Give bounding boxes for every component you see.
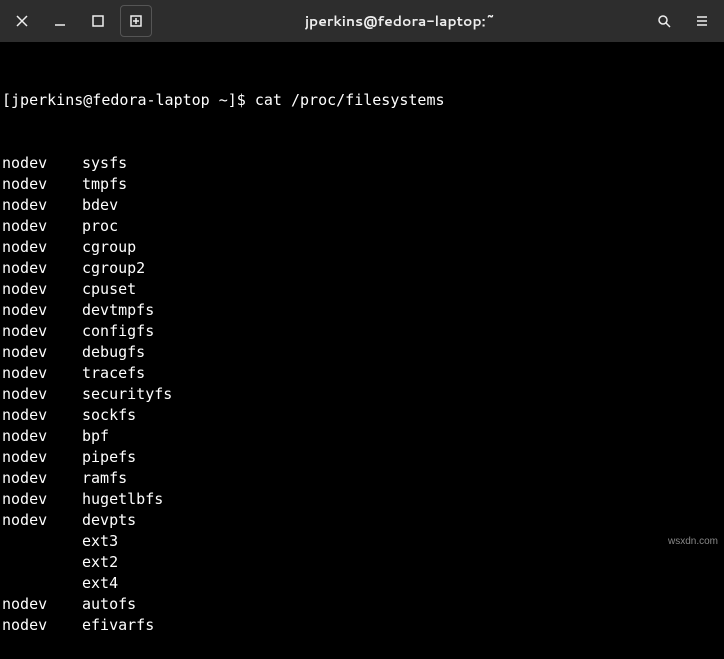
- fs-name: ext2: [82, 552, 118, 573]
- terminal-area[interactable]: [jperkins@fedora-laptop ~]$ cat /proc/fi…: [0, 42, 724, 659]
- output-line: nodevbdev: [2, 195, 722, 216]
- fs-nodev-flag: nodev: [2, 279, 82, 300]
- fs-name: devtmpfs: [82, 300, 154, 321]
- fs-nodev-flag: nodev: [2, 321, 82, 342]
- hamburger-icon: [695, 14, 709, 28]
- fs-nodev-flag: nodev: [2, 363, 82, 384]
- output-line: nodevcpuset: [2, 279, 722, 300]
- output-line: nodevpipefs: [2, 447, 722, 468]
- fs-nodev-flag: nodev: [2, 447, 82, 468]
- fs-name: configfs: [82, 321, 154, 342]
- output-line: nodevcgroup: [2, 237, 722, 258]
- command-output: nodevsysfsnodevtmpfsnodevbdevnodevprocno…: [2, 153, 722, 636]
- output-line: ext3: [2, 531, 722, 552]
- output-line: nodevsecurityfs: [2, 384, 722, 405]
- fs-name: devpts: [82, 510, 136, 531]
- fs-nodev-flag: nodev: [2, 174, 82, 195]
- fs-nodev-flag: [2, 552, 82, 573]
- fs-nodev-flag: nodev: [2, 342, 82, 363]
- close-button[interactable]: [6, 5, 38, 37]
- fs-name: ext3: [82, 531, 118, 552]
- output-line: nodevefivarfs: [2, 615, 722, 636]
- output-line: nodevtmpfs: [2, 174, 722, 195]
- output-line: nodevsysfs: [2, 153, 722, 174]
- watermark: wsxdn.com: [668, 536, 718, 547]
- fs-nodev-flag: nodev: [2, 300, 82, 321]
- fs-name: proc: [82, 216, 118, 237]
- fs-name: pipefs: [82, 447, 136, 468]
- fs-name: bpf: [82, 426, 109, 447]
- output-line: nodevdebugfs: [2, 342, 722, 363]
- fs-name: sockfs: [82, 405, 136, 426]
- fs-name: cpuset: [82, 279, 136, 300]
- prompt-line: [jperkins@fedora-laptop ~]$ cat /proc/fi…: [2, 90, 722, 111]
- output-line: nodevbpf: [2, 426, 722, 447]
- output-line: nodevconfigfs: [2, 321, 722, 342]
- output-line: nodevproc: [2, 216, 722, 237]
- fs-name: efivarfs: [82, 615, 154, 636]
- fs-nodev-flag: nodev: [2, 489, 82, 510]
- command-text: cat /proc/filesystems: [255, 90, 445, 111]
- new-tab-icon: [129, 14, 143, 28]
- maximize-icon: [91, 14, 105, 28]
- fs-nodev-flag: nodev: [2, 237, 82, 258]
- output-line: nodevsockfs: [2, 405, 722, 426]
- output-line: ext2: [2, 552, 722, 573]
- fs-nodev-flag: nodev: [2, 510, 82, 531]
- fs-name: tmpfs: [82, 174, 127, 195]
- fs-nodev-flag: nodev: [2, 216, 82, 237]
- output-line: nodevtracefs: [2, 363, 722, 384]
- maximize-button[interactable]: [82, 5, 114, 37]
- output-line: nodevhugetlbfs: [2, 489, 722, 510]
- fs-name: autofs: [82, 594, 136, 615]
- output-line: nodevautofs: [2, 594, 722, 615]
- titlebar: jperkins@fedora-laptop:~: [0, 0, 724, 42]
- prompt-text: [jperkins@fedora-laptop ~]$: [2, 90, 255, 111]
- output-line: nodevdevtmpfs: [2, 300, 722, 321]
- window-title: jperkins@fedora-laptop:~: [158, 11, 642, 31]
- fs-name: bdev: [82, 195, 118, 216]
- menu-button[interactable]: [686, 5, 718, 37]
- minimize-button[interactable]: [44, 5, 76, 37]
- fs-nodev-flag: nodev: [2, 426, 82, 447]
- new-tab-button[interactable]: [120, 5, 152, 37]
- output-line: nodevdevpts: [2, 510, 722, 531]
- fs-nodev-flag: nodev: [2, 384, 82, 405]
- output-line: nodevcgroup2: [2, 258, 722, 279]
- close-icon: [15, 14, 29, 28]
- fs-nodev-flag: nodev: [2, 405, 82, 426]
- fs-name: tracefs: [82, 363, 145, 384]
- fs-nodev-flag: nodev: [2, 615, 82, 636]
- fs-nodev-flag: nodev: [2, 594, 82, 615]
- minimize-icon: [53, 14, 67, 28]
- output-line: nodevramfs: [2, 468, 722, 489]
- fs-name: debugfs: [82, 342, 145, 363]
- fs-nodev-flag: [2, 573, 82, 594]
- search-icon: [657, 14, 671, 28]
- fs-name: ext4: [82, 573, 118, 594]
- fs-name: cgroup2: [82, 258, 145, 279]
- fs-nodev-flag: [2, 531, 82, 552]
- fs-name: ramfs: [82, 468, 127, 489]
- fs-nodev-flag: nodev: [2, 153, 82, 174]
- fs-name: sysfs: [82, 153, 127, 174]
- fs-nodev-flag: nodev: [2, 468, 82, 489]
- fs-name: hugetlbfs: [82, 489, 163, 510]
- fs-name: securityfs: [82, 384, 172, 405]
- fs-nodev-flag: nodev: [2, 258, 82, 279]
- search-button[interactable]: [648, 5, 680, 37]
- output-line: ext4: [2, 573, 722, 594]
- fs-name: cgroup: [82, 237, 136, 258]
- fs-nodev-flag: nodev: [2, 195, 82, 216]
